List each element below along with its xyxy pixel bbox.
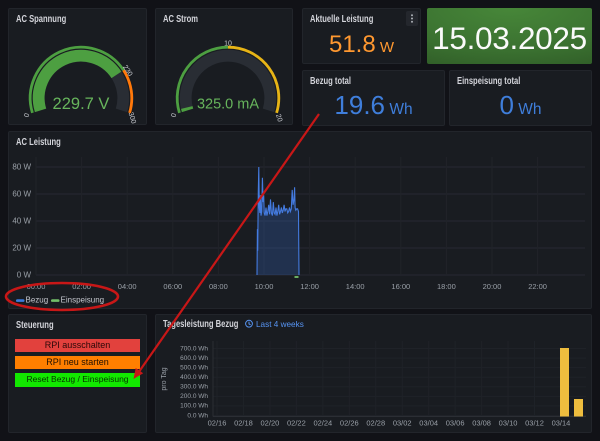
svg-text:02/26: 02/26	[340, 419, 359, 428]
svg-text:00:00: 00:00	[27, 282, 46, 291]
svg-text:200.0 Wh: 200.0 Wh	[180, 393, 208, 400]
svg-text:03/02: 03/02	[393, 419, 412, 428]
svg-text:pro Tag: pro Tag	[161, 367, 168, 390]
svg-text:04:00: 04:00	[118, 282, 137, 291]
svg-text:0 W: 0 W	[17, 271, 32, 280]
svg-text:700.0 Wh: 700.0 Wh	[180, 345, 208, 352]
svg-text:03/06: 03/06	[446, 419, 465, 428]
svg-text:0: 0	[171, 112, 179, 118]
svg-text:20 W: 20 W	[12, 244, 31, 253]
svg-text:Einspeisung: Einspeisung	[61, 296, 105, 305]
svg-text:18:00: 18:00	[437, 282, 456, 291]
svg-text:Bezug: Bezug	[26, 296, 49, 305]
svg-text:12:00: 12:00	[300, 282, 319, 291]
svg-text:0.0 Wh: 0.0 Wh	[187, 412, 208, 419]
svg-text:14:00: 14:00	[346, 282, 365, 291]
svg-text:20:00: 20:00	[483, 282, 502, 291]
svg-text:500.0 Wh: 500.0 Wh	[180, 364, 208, 371]
svg-text:300.0 Wh: 300.0 Wh	[180, 384, 208, 391]
svg-text:03/14: 03/14	[552, 419, 571, 428]
svg-text:Last 4 weeks: Last 4 weeks	[256, 320, 304, 329]
svg-text:02/16: 02/16	[208, 419, 227, 428]
svg-text:06:00: 06:00	[163, 282, 182, 291]
svg-text:10:00: 10:00	[255, 282, 274, 291]
svg-text:02/28: 02/28	[366, 419, 385, 428]
svg-text:400.0 Wh: 400.0 Wh	[180, 374, 208, 381]
svg-text:0: 0	[24, 112, 32, 118]
svg-text:40 W: 40 W	[12, 217, 31, 226]
svg-text:03/10: 03/10	[499, 419, 518, 428]
svg-text:229.7 V: 229.7 V	[53, 95, 110, 113]
svg-text:60 W: 60 W	[12, 190, 31, 199]
svg-text:02/22: 02/22	[287, 419, 306, 428]
svg-text:22:00: 22:00	[528, 282, 547, 291]
svg-text:03/04: 03/04	[419, 419, 438, 428]
svg-text:100.0 Wh: 100.0 Wh	[180, 403, 208, 410]
svg-text:03/12: 03/12	[525, 419, 544, 428]
svg-text:20: 20	[274, 113, 283, 123]
svg-text:600.0 Wh: 600.0 Wh	[180, 355, 208, 362]
svg-text:325.0 mA: 325.0 mA	[197, 97, 259, 113]
svg-text:80 W: 80 W	[12, 163, 31, 172]
svg-text:02/18: 02/18	[234, 419, 253, 428]
svg-text:02/24: 02/24	[313, 419, 332, 428]
svg-text:10: 10	[224, 41, 232, 48]
svg-text:03/08: 03/08	[472, 419, 491, 428]
svg-text:16:00: 16:00	[391, 282, 410, 291]
svg-text:08:00: 08:00	[209, 282, 228, 291]
svg-text:02:00: 02:00	[72, 282, 91, 291]
svg-text:300: 300	[127, 111, 137, 124]
svg-text:02/20: 02/20	[261, 419, 280, 428]
